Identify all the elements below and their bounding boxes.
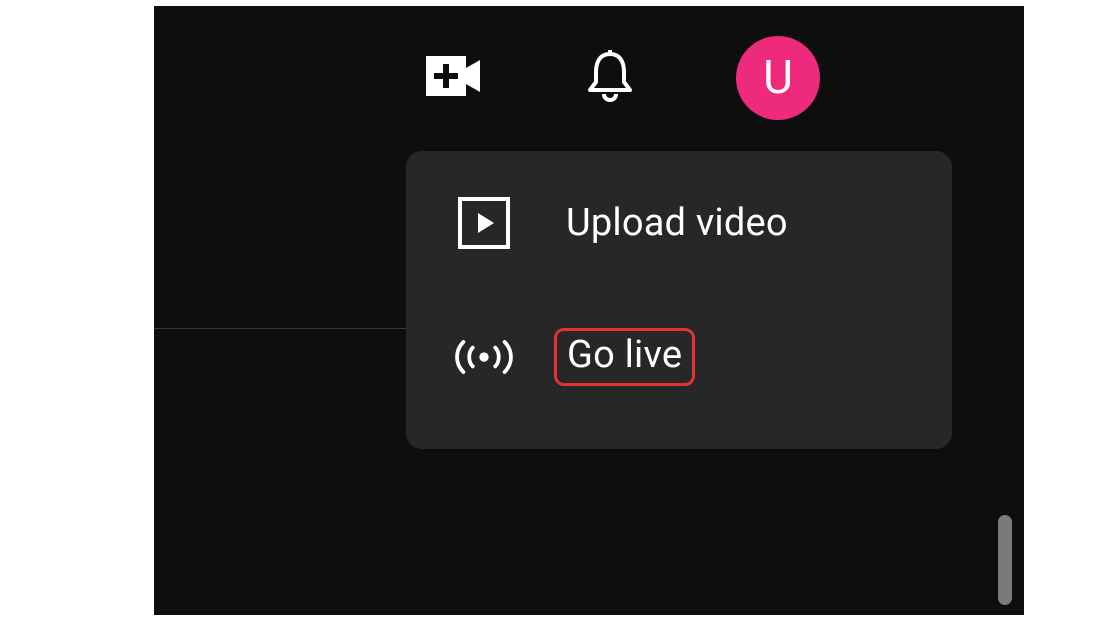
play-box-icon	[454, 193, 514, 253]
menu-item-label: Upload video	[566, 201, 788, 245]
menu-item-upload-video[interactable]: Upload video	[406, 191, 952, 255]
vertical-scrollbar[interactable]	[998, 515, 1012, 605]
avatar-letter: U	[763, 51, 793, 105]
sidebar-divider	[154, 328, 411, 329]
menu-item-label: Go live	[554, 328, 695, 386]
topbar: U	[154, 38, 1024, 118]
menu-item-go-live[interactable]: Go live	[406, 325, 952, 389]
notifications-button[interactable]	[580, 48, 640, 108]
create-video-icon	[426, 56, 482, 100]
create-button[interactable]	[424, 48, 484, 108]
live-broadcast-icon	[454, 327, 514, 387]
bell-icon	[586, 48, 634, 108]
avatar[interactable]: U	[736, 36, 820, 120]
app-panel: U Upload video Go	[154, 6, 1024, 615]
create-menu: Upload video Go live	[406, 151, 952, 449]
